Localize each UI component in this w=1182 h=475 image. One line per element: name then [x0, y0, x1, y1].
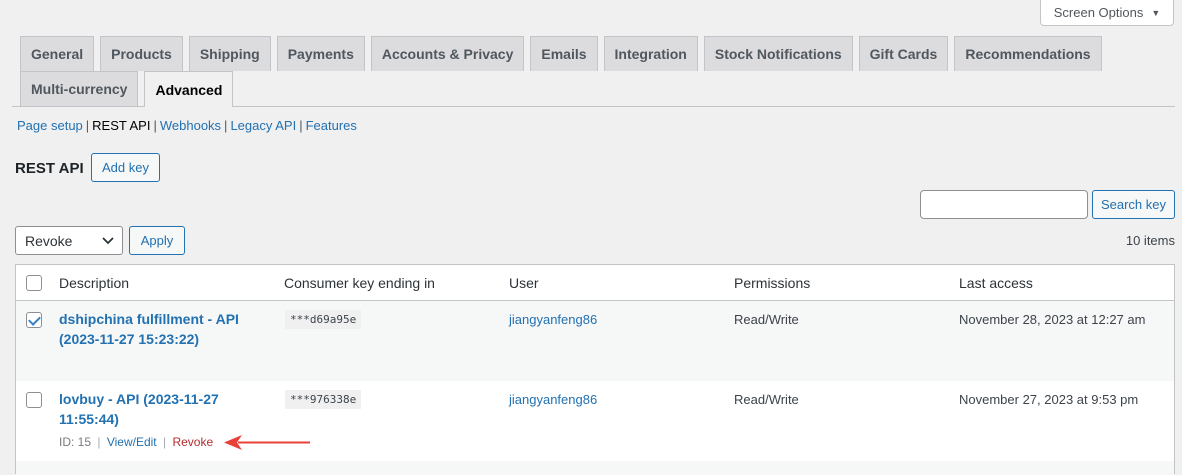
subnav-separator: | — [224, 118, 228, 133]
permissions-value: Read/Write — [734, 312, 799, 327]
subnav-features[interactable]: Features — [306, 118, 357, 133]
tab-accounts-privacy[interactable]: Accounts & Privacy — [370, 36, 525, 71]
view-edit-link[interactable]: View/Edit — [107, 435, 157, 449]
action-separator: | — [97, 435, 101, 449]
tab-general[interactable]: General — [20, 36, 95, 71]
column-consumer-key: Consumer key ending in — [284, 275, 435, 291]
table-header: Description Consumer key ending in User … — [16, 265, 1174, 301]
tab-advanced[interactable]: Advanced — [144, 71, 234, 107]
page-title: REST API — [15, 160, 84, 177]
bulk-action-selected: Revoke — [25, 232, 73, 249]
annotation-arrow-icon — [224, 435, 310, 450]
tab-gift-cards[interactable]: Gift Cards — [858, 36, 949, 71]
revoke-link[interactable]: Revoke — [172, 435, 213, 449]
add-key-button[interactable]: Add key — [91, 153, 160, 182]
column-permissions: Permissions — [734, 275, 811, 291]
subnav-webhooks[interactable]: Webhooks — [160, 118, 221, 133]
description-line: dshipchina fulfillment - API — [59, 311, 239, 327]
settings-tabs: General Products Shipping Payments Accou… — [20, 36, 1175, 107]
action-separator: | — [162, 435, 167, 449]
tab-stock-notifications[interactable]: Stock Notifications — [703, 36, 853, 71]
screen-options-button[interactable]: Screen Options ▼ — [1040, 0, 1174, 26]
table-row: dshipchina fulfillment - API (2023-11-27… — [16, 301, 1174, 381]
column-last-access: Last access — [959, 275, 1033, 291]
tab-payments[interactable]: Payments — [276, 36, 365, 71]
user-link[interactable]: jiangyanfeng86 — [509, 392, 597, 407]
permissions-value: Read/Write — [734, 392, 799, 407]
last-access-value: November 28, 2023 at 12:27 am — [959, 312, 1146, 327]
subnav-legacy-api[interactable]: Legacy API — [230, 118, 296, 133]
select-all-checkbox[interactable] — [26, 275, 42, 291]
api-keys-table: Description Consumer key ending in User … — [15, 264, 1175, 475]
subnav-separator: | — [153, 118, 157, 133]
description-line: 11:55:44) — [59, 411, 119, 427]
column-user: User — [509, 275, 539, 291]
bulk-action-select[interactable]: Revoke — [15, 226, 123, 255]
row-checkbox[interactable] — [26, 392, 42, 408]
subnav-page-setup[interactable]: Page setup — [17, 118, 83, 133]
key-description-link[interactable]: lovbuy - API (2023-11-27 11:55:44) — [59, 389, 219, 429]
table-row — [16, 461, 1174, 475]
row-id: ID: 15 — [59, 435, 92, 449]
tab-recommendations[interactable]: Recommendations — [954, 36, 1102, 71]
caret-down-icon: ▼ — [1151, 7, 1161, 18]
search-key-input[interactable] — [920, 190, 1088, 219]
search-key-button[interactable]: Search key — [1092, 190, 1175, 219]
tab-multi-currency[interactable]: Multi-currency — [20, 71, 139, 106]
table-row: lovbuy - API (2023-11-27 11:55:44) ID: 1… — [16, 381, 1174, 461]
user-link[interactable]: jiangyanfeng86 — [509, 312, 597, 327]
last-access-value: November 27, 2023 at 9:53 pm — [959, 392, 1139, 407]
description-line: lovbuy - API (2023-11-27 — [59, 391, 219, 407]
consumer-key-ending: ***976338e — [285, 390, 362, 409]
tab-emails[interactable]: Emails — [530, 36, 598, 71]
row-checkbox[interactable] — [26, 312, 42, 328]
description-line: (2023-11-27 15:23:22) — [59, 331, 200, 347]
row-actions: ID: 15 | View/Edit | Revoke — [59, 435, 213, 449]
subnav-separator: | — [85, 118, 90, 133]
subnav-rest-api-current: REST API — [92, 118, 151, 133]
tab-products[interactable]: Products — [100, 36, 183, 71]
subnav-separator: | — [299, 118, 303, 133]
apply-button[interactable]: Apply — [129, 226, 185, 255]
tab-integration[interactable]: Integration — [603, 36, 698, 71]
chevron-down-icon — [102, 236, 114, 244]
screen-options-label: Screen Options — [1053, 5, 1144, 20]
tab-shipping[interactable]: Shipping — [188, 36, 271, 71]
column-description[interactable]: Description — [59, 275, 129, 291]
consumer-key-ending: ***d69a95e — [285, 310, 362, 329]
items-count: 10 items — [1125, 233, 1175, 248]
subsection-nav: Page setup | REST API | Webhooks | Legac… — [17, 118, 357, 133]
key-description-link[interactable]: dshipchina fulfillment - API (2023-11-27… — [59, 309, 239, 349]
